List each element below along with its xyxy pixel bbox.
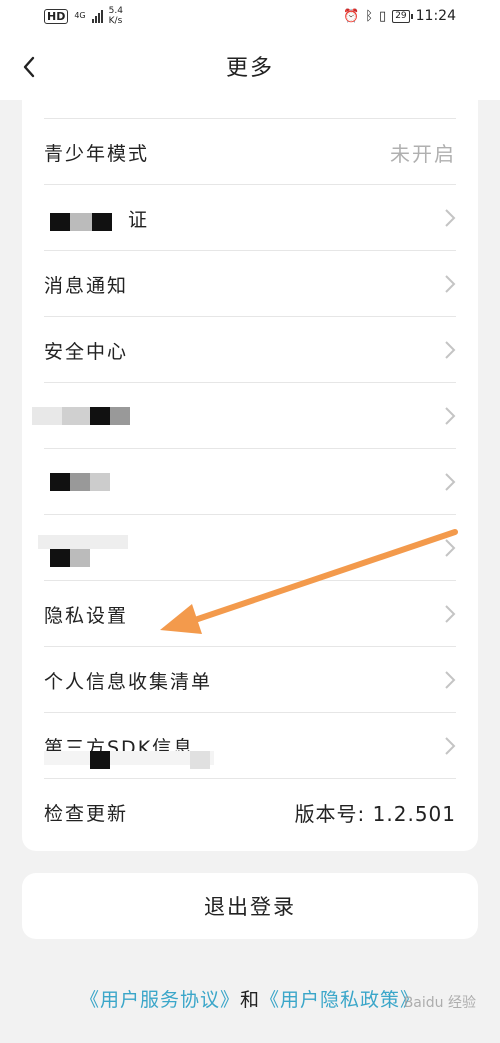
row-value: 未开启 bbox=[390, 141, 456, 166]
network-speed: 5.4 K/s bbox=[109, 6, 123, 26]
baidu-watermark: Baidu 经验 bbox=[403, 995, 476, 1011]
hd-badge: HD bbox=[44, 8, 69, 24]
row-label: 检查更新 bbox=[44, 802, 129, 825]
chevron-right-icon bbox=[445, 737, 456, 755]
pixelated-text bbox=[70, 212, 92, 231]
settings-row-youth-mode[interactable]: 青少年模式 未开启 bbox=[44, 118, 456, 185]
page-title: 更多 bbox=[225, 56, 274, 81]
pixelated-text bbox=[90, 407, 110, 425]
pixelated-text bbox=[50, 212, 70, 231]
chevron-right-icon bbox=[445, 671, 456, 689]
alarm-icon: ⏰ bbox=[343, 8, 360, 24]
settings-row-redacted-3[interactable] bbox=[38, 514, 456, 581]
pixelated-text bbox=[44, 750, 214, 765]
privacy-policy-link[interactable]: 《用户隐私政策》 bbox=[260, 989, 420, 1011]
settings-row-personal-info-list[interactable]: 个人信息收集清单 bbox=[44, 646, 456, 713]
signal-icon bbox=[91, 9, 103, 23]
bluetooth-icon: ᛒ bbox=[365, 8, 374, 24]
battery-icon: 29 bbox=[392, 9, 414, 23]
chevron-right-icon bbox=[445, 341, 456, 359]
speed-unit: K/s bbox=[108, 16, 123, 26]
user-agreement-link[interactable]: 《用户服务协议》 bbox=[80, 989, 240, 1011]
row-label: 青少年模式 bbox=[44, 142, 150, 165]
chevron-right-icon bbox=[445, 209, 456, 227]
pixelated-text bbox=[50, 549, 70, 567]
row-label-text: 证 bbox=[128, 208, 150, 231]
row-label: 消息通知 bbox=[44, 274, 129, 297]
settings-card: 青少年模式 未开启 证 消息通知 安全中心 隐私设置 个人信息收集清单 第三方S… bbox=[22, 100, 478, 851]
status-bar: HD 4G 5.4 K/s ⏰ ᛒ ▯ 29 11:24 bbox=[0, 0, 500, 34]
row-label: 证 bbox=[44, 205, 149, 232]
pixelated-text bbox=[50, 473, 70, 491]
chevron-right-icon bbox=[445, 605, 456, 623]
status-right: ⏰ ᛒ ▯ 29 11:24 bbox=[343, 8, 456, 24]
pixelated-text bbox=[92, 212, 112, 231]
settings-row-redacted-1[interactable] bbox=[32, 382, 456, 449]
footer-and-text: 和 bbox=[239, 989, 260, 1011]
chevron-right-icon bbox=[445, 539, 456, 557]
pixelated-text bbox=[70, 549, 90, 567]
row-label bbox=[44, 467, 164, 497]
nav-bar: 更多 bbox=[0, 34, 500, 100]
version-number: 版本号: 1.2.501 bbox=[294, 801, 456, 826]
chevron-right-icon bbox=[445, 275, 456, 293]
row-label: 安全中心 bbox=[44, 340, 129, 363]
logout-button[interactable]: 退出登录 bbox=[22, 873, 478, 939]
row-label bbox=[38, 533, 164, 567]
row-label: 隐私设置 bbox=[44, 604, 129, 627]
row-label: 第三方SDK信息 bbox=[44, 733, 214, 769]
status-time: 11:24 bbox=[415, 8, 456, 24]
pixelated-text bbox=[190, 750, 210, 769]
settings-row-security-center[interactable]: 安全中心 bbox=[44, 316, 456, 383]
settings-row-check-update[interactable]: 检查更新 版本号: 1.2.501 bbox=[44, 778, 456, 845]
pixelated-text bbox=[62, 407, 90, 425]
speed-value: 5.4 bbox=[108, 6, 123, 16]
pixelated-text bbox=[32, 407, 62, 425]
chevron-right-icon bbox=[445, 407, 456, 425]
settings-row-notifications[interactable]: 消息通知 bbox=[44, 250, 456, 317]
settings-row-third-party-sdk[interactable]: 第三方SDK信息 bbox=[44, 712, 456, 779]
status-left: HD 4G 5.4 K/s bbox=[44, 6, 123, 26]
row-label: 个人信息收集清单 bbox=[44, 670, 213, 693]
chevron-right-icon bbox=[445, 473, 456, 491]
pixelated-text bbox=[90, 473, 110, 491]
settings-row-verification[interactable]: 证 bbox=[44, 184, 456, 251]
settings-row-redacted-2[interactable] bbox=[44, 448, 456, 515]
pixelated-text bbox=[90, 750, 110, 769]
row-label bbox=[32, 401, 164, 431]
pixelated-text bbox=[38, 535, 128, 549]
settings-row-privacy-settings[interactable]: 隐私设置 bbox=[44, 580, 456, 647]
vibrate-icon: ▯ bbox=[379, 8, 387, 24]
pixelated-text bbox=[70, 473, 90, 491]
pixelated-text bbox=[110, 407, 130, 425]
network-type: 4G bbox=[74, 11, 86, 20]
